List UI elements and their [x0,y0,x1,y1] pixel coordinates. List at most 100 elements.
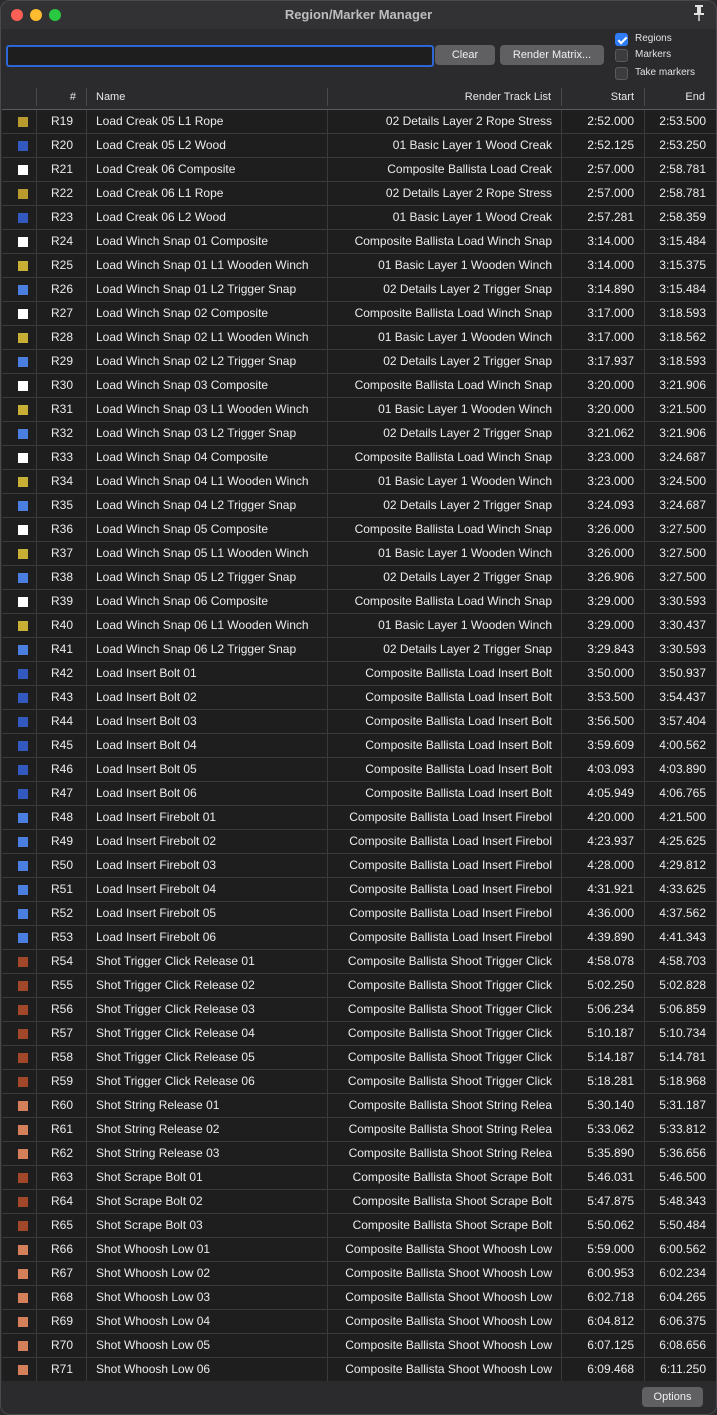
region-name[interactable]: Shot Scrape Bolt 03 [96,1214,326,1237]
table-row[interactable]: R28 Load Winch Snap 02 L1 Wooden Winch 01 … [2,326,716,350]
region-end[interactable]: 3:50.937 [646,662,706,685]
region-render-track[interactable]: Composite Ballista Shoot Whoosh Low [330,1358,552,1381]
region-render-track[interactable]: 01 Basic Layer 1 Wooden Winch [330,398,552,421]
table-row[interactable]: R37 Load Winch Snap 05 L1 Wooden Winch 01 … [2,542,716,566]
region-end[interactable]: 5:46.500 [646,1166,706,1189]
region-render-track[interactable]: Composite Ballista Load Insert Bolt [330,734,552,757]
region-name[interactable]: Load Insert Firebolt 04 [96,878,326,901]
region-start[interactable]: 2:57.000 [562,182,634,205]
table-row[interactable]: R65 Shot Scrape Bolt 03 Composite Ballista… [2,1214,716,1238]
region-name[interactable]: Load Winch Snap 02 Composite [96,302,326,325]
region-start[interactable]: 3:17.937 [562,350,634,373]
table-row[interactable]: R30 Load Winch Snap 03 Composite Composite… [2,374,716,398]
region-start[interactable]: 3:14.890 [562,278,634,301]
region-color-swatch[interactable] [18,1365,28,1375]
region-color-swatch[interactable] [18,1149,28,1159]
region-end[interactable]: 3:54.437 [646,686,706,709]
region-start[interactable]: 3:14.000 [562,254,634,277]
column-separator[interactable] [561,88,562,106]
table-row[interactable]: R31 Load Winch Snap 03 L1 Wooden Winch 01 … [2,398,716,422]
region-end[interactable]: 6:02.234 [646,1262,706,1285]
table-row[interactable]: R43 Load Insert Bolt 02 Composite Ballista… [2,686,716,710]
table-row[interactable]: R40 Load Winch Snap 06 L1 Wooden Winch 01 … [2,614,716,638]
region-start[interactable]: 5:18.281 [562,1070,634,1093]
region-render-track[interactable]: Composite Ballista Shoot Whoosh Low [330,1334,552,1357]
region-color-swatch[interactable] [18,1005,28,1015]
region-end[interactable]: 3:15.484 [646,230,706,253]
region-name[interactable]: Load Winch Snap 04 L2 Trigger Snap [96,494,326,517]
region-end[interactable]: 3:15.484 [646,278,706,301]
table-row[interactable]: R57 Shot Trigger Click Release 04 Composit… [2,1022,716,1046]
region-end[interactable]: 3:15.375 [646,254,706,277]
region-start[interactable]: 5:30.140 [562,1094,634,1117]
region-name[interactable]: Load Winch Snap 04 Composite [96,446,326,469]
region-render-track[interactable]: 01 Basic Layer 1 Wooden Winch [330,614,552,637]
region-end[interactable]: 4:21.500 [646,806,706,829]
region-color-swatch[interactable] [18,285,28,295]
region-start[interactable]: 4:05.949 [562,782,634,805]
region-name[interactable]: Shot String Release 03 [96,1142,326,1165]
region-render-track[interactable]: Composite Ballista Load Insert Firebol [330,926,552,949]
region-name[interactable]: Load Winch Snap 03 L2 Trigger Snap [96,422,326,445]
table-row[interactable]: R50 Load Insert Firebolt 03 Composite Ball… [2,854,716,878]
region-color-swatch[interactable] [18,1341,28,1351]
region-start[interactable]: 2:57.281 [562,206,634,229]
table-row[interactable]: R48 Load Insert Firebolt 01 Composite Ball… [2,806,716,830]
region-render-track[interactable]: 01 Basic Layer 1 Wood Creak [330,206,552,229]
region-start[interactable]: 4:20.000 [562,806,634,829]
region-name[interactable]: Load Creak 05 L1 Rope [96,110,326,133]
region-start[interactable]: 3:29.000 [562,614,634,637]
region-end[interactable]: 3:24.500 [646,470,706,493]
clear-button[interactable]: Clear [435,45,495,65]
region-color-swatch[interactable] [18,213,28,223]
region-end[interactable]: 5:10.734 [646,1022,706,1045]
region-color-swatch[interactable] [18,789,28,799]
region-name[interactable]: Shot Trigger Click Release 04 [96,1022,326,1045]
pin-icon[interactable] [692,4,706,22]
region-start[interactable]: 3:59.609 [562,734,634,757]
region-color-swatch[interactable] [18,1197,28,1207]
region-end[interactable]: 5:48.343 [646,1190,706,1213]
region-color-swatch[interactable] [18,381,28,391]
region-start[interactable]: 3:26.000 [562,542,634,565]
region-name[interactable]: Shot Trigger Click Release 03 [96,998,326,1021]
region-render-track[interactable]: 01 Basic Layer 1 Wooden Winch [330,470,552,493]
table-row[interactable]: R38 Load Winch Snap 05 L2 Trigger Snap 02 … [2,566,716,590]
region-start[interactable]: 6:04.812 [562,1310,634,1333]
region-end[interactable]: 5:33.812 [646,1118,706,1141]
region-name[interactable]: Shot Whoosh Low 03 [96,1286,326,1309]
region-color-swatch[interactable] [18,813,28,823]
table-row[interactable]: R39 Load Winch Snap 06 Composite Composite… [2,590,716,614]
regions-checkbox-box[interactable] [615,33,628,46]
region-start[interactable]: 2:57.000 [562,158,634,181]
region-start[interactable]: 3:20.000 [562,374,634,397]
region-color-swatch[interactable] [18,501,28,511]
region-color-swatch[interactable] [18,429,28,439]
region-color-swatch[interactable] [18,669,28,679]
region-name[interactable]: Shot Scrape Bolt 01 [96,1166,326,1189]
region-end[interactable]: 4:00.562 [646,734,706,757]
region-color-swatch[interactable] [18,1029,28,1039]
region-render-track[interactable]: Composite Ballista Load Winch Snap [330,518,552,541]
region-color-swatch[interactable] [18,189,28,199]
region-name[interactable]: Load Insert Firebolt 02 [96,830,326,853]
region-end[interactable]: 4:29.812 [646,854,706,877]
region-start[interactable]: 3:20.000 [562,398,634,421]
table-row[interactable]: R53 Load Insert Firebolt 06 Composite Ball… [2,926,716,950]
region-end[interactable]: 6:11.250 [646,1358,706,1381]
region-start[interactable]: 5:35.890 [562,1142,634,1165]
region-start[interactable]: 6:07.125 [562,1334,634,1357]
region-color-swatch[interactable] [18,957,28,967]
region-name[interactable]: Load Winch Snap 01 Composite [96,230,326,253]
region-start[interactable]: 6:02.718 [562,1286,634,1309]
region-name[interactable]: Shot Trigger Click Release 02 [96,974,326,997]
region-render-track[interactable]: Composite Ballista Shoot Trigger Click [330,1070,552,1093]
region-end[interactable]: 3:21.500 [646,398,706,421]
region-render-track[interactable]: 01 Basic Layer 1 Wooden Winch [330,326,552,349]
region-color-swatch[interactable] [18,1293,28,1303]
region-render-track[interactable]: Composite Ballista Shoot Trigger Click [330,1022,552,1045]
region-name[interactable]: Load Winch Snap 05 Composite [96,518,326,541]
region-name[interactable]: Load Winch Snap 01 L1 Wooden Winch [96,254,326,277]
region-render-track[interactable]: 02 Details Layer 2 Trigger Snap [330,566,552,589]
region-name[interactable]: Shot String Release 01 [96,1094,326,1117]
